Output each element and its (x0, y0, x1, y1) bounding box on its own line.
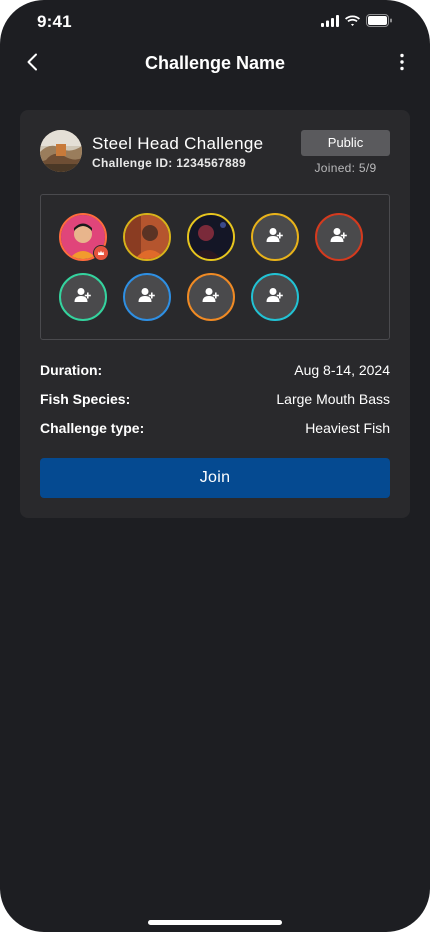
more-vertical-icon (400, 53, 404, 76)
empty-participant-slot[interactable] (251, 273, 299, 321)
empty-participant-slot[interactable] (59, 273, 107, 321)
detail-row-duration: Duration: Aug 8-14, 2024 (40, 362, 390, 391)
participant-avatar-owner[interactable] (59, 213, 109, 261)
challenge-details: Duration: Aug 8-14, 2024 Fish Species: L… (40, 362, 390, 449)
add-user-icon (266, 287, 284, 308)
participants-grid (40, 194, 390, 340)
wifi-icon (344, 15, 361, 27)
participant-avatar[interactable] (187, 213, 235, 261)
detail-label: Challenge type: (40, 420, 145, 436)
page-title: Challenge Name (144, 53, 286, 73)
more-options-button[interactable] (394, 50, 410, 78)
empty-participant-slot[interactable] (187, 273, 235, 321)
participant-photo (189, 215, 233, 259)
home-indicator[interactable] (148, 920, 282, 925)
empty-participant-slot[interactable] (251, 213, 299, 261)
challenge-id: Challenge ID: 1234567889 (92, 156, 246, 170)
detail-label: Fish Species: (40, 391, 131, 407)
battery-icon (366, 14, 393, 27)
detail-label: Duration: (40, 362, 103, 378)
status-icons (321, 14, 393, 27)
add-user-icon (330, 227, 348, 248)
participant-photo (125, 215, 169, 259)
detail-value: Aug 8-14, 2024 (294, 362, 390, 378)
detail-row-fish-species: Fish Species: Large Mouth Bass (40, 391, 390, 420)
phone-screen: 9:41 Challenge Name Steel Head Challenge… (0, 0, 430, 932)
add-user-icon (202, 287, 220, 308)
visibility-badge: Public (301, 130, 390, 156)
status-time: 9:41 (37, 12, 72, 31)
nav-bar: Challenge Name (0, 44, 430, 84)
add-user-icon (74, 287, 92, 308)
challenge-card: Steel Head Challenge Challenge ID: 12345… (20, 110, 410, 518)
participant-avatar[interactable] (123, 213, 171, 261)
detail-value: Heaviest Fish (305, 420, 390, 436)
cellular-signal-icon (321, 14, 339, 27)
empty-participant-slot[interactable] (123, 273, 171, 321)
detail-value: Large Mouth Bass (276, 391, 390, 407)
empty-participant-slot[interactable] (315, 213, 363, 261)
add-user-icon (138, 287, 156, 308)
status-bar: 9:41 (0, 0, 430, 44)
challenge-avatar (40, 130, 82, 172)
owner-crown-icon (93, 245, 109, 261)
detail-row-challenge-type: Challenge type: Heaviest Fish (40, 420, 390, 449)
join-button[interactable]: Join (40, 458, 390, 498)
joined-count: Joined: 5/9 (314, 161, 377, 175)
challenge-title: Steel Head Challenge (92, 134, 264, 153)
add-user-icon (266, 227, 284, 248)
